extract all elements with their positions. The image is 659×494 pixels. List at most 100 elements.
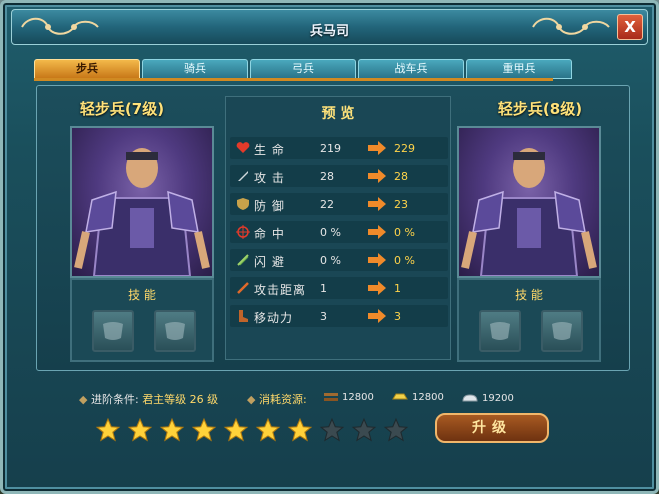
wood-icon (324, 393, 338, 401)
skill-slot-2[interactable] (541, 310, 583, 352)
stat-row-accuracy: 命 中 0 % 0 % (230, 221, 448, 243)
resource-gold: 12800 (391, 391, 444, 403)
arrow-right-icon (368, 169, 386, 183)
arrow-right-icon (368, 309, 386, 323)
preview-panel: 预 览 生 命 219 229 攻 击 28 28 防 御 22 23 命 中 … (225, 96, 451, 360)
tab-chariot[interactable]: 战车兵 (358, 59, 464, 79)
soldier-portrait-icon (461, 148, 597, 276)
arrow-right-icon (368, 141, 386, 155)
stat-new-value: 0 % (394, 226, 415, 239)
silver-ingot-icon (462, 394, 478, 402)
stat-old-value: 1 (320, 282, 327, 295)
star-filled-icon (223, 417, 249, 442)
arrow-right-icon (368, 225, 386, 239)
star-filled-icon (127, 417, 153, 442)
skill-slot-1[interactable] (92, 310, 134, 352)
arrow-right-icon (368, 281, 386, 295)
stat-old-value: 22 (320, 198, 334, 211)
gold-ingot-icon (392, 393, 408, 400)
shield-icon (237, 198, 249, 210)
stat-old-value: 0 % (320, 254, 341, 267)
arrow-right-icon (368, 253, 386, 267)
star-filled-icon (287, 417, 313, 442)
star-rating (95, 417, 409, 443)
cost-label-wrap: ◆ 消耗资源: (247, 391, 307, 407)
resource-silver: 19200 (461, 391, 514, 405)
star-empty-icon (319, 417, 345, 442)
star-empty-icon (383, 417, 409, 442)
current-unit-name: 轻步兵(7级) (79, 100, 165, 118)
next-unit-skills: 技 能 (457, 278, 601, 362)
boot-icon (239, 310, 248, 322)
unit-panel: 轻步兵(7级) 技 能 预 览 生 命 219 229 攻 击 28 28 防 … (36, 85, 630, 371)
stat-row-attack: 攻 击 28 28 (230, 165, 448, 187)
barracks-window: 兵马司 X 步兵 骑兵 弓兵 战车兵 重甲兵 轻步兵(7级) 技 能 预 览 生… (0, 0, 659, 494)
crosshair-icon (236, 225, 250, 239)
stat-name: 闪 避 (254, 255, 285, 269)
tab-archer[interactable]: 弓兵 (250, 59, 356, 79)
star-filled-icon (95, 417, 121, 442)
tab-underline (34, 78, 553, 81)
next-unit-portrait (457, 126, 601, 278)
stat-row-defense: 防 御 22 23 (230, 193, 448, 215)
soldier-portrait-icon (74, 148, 210, 276)
stat-old-value: 3 (320, 310, 327, 323)
star-empty-icon (351, 417, 377, 442)
stat-name: 攻击距离 (254, 283, 307, 297)
resource-wood: 12800 (323, 391, 374, 403)
skills-label: 技 能 (515, 288, 543, 302)
dodge-icon (237, 254, 249, 266)
stat-new-value: 1 (394, 282, 401, 295)
stat-old-value: 0 % (320, 226, 341, 239)
tab-cavalry[interactable]: 骑兵 (142, 59, 248, 79)
stat-name: 防 御 (254, 199, 285, 213)
stat-row-movement: 移动力 3 3 (230, 305, 448, 327)
empty-skill-icon (165, 322, 185, 340)
sword-icon (238, 171, 248, 181)
stat-row-range: 攻击距离 1 1 (230, 277, 448, 299)
stat-new-value: 229 (394, 142, 415, 155)
stat-new-value: 28 (394, 170, 408, 183)
diamond-bullet-icon: ◆ (79, 393, 88, 406)
star-filled-icon (255, 417, 281, 442)
stat-row-dodge: 闪 避 0 % 0 % (230, 249, 448, 271)
arrow-right-icon (368, 197, 386, 211)
stat-new-value: 3 (394, 310, 401, 323)
unit-type-tabs: 步兵 骑兵 弓兵 战车兵 重甲兵 (34, 59, 572, 79)
empty-skill-icon (552, 322, 572, 340)
stat-new-value: 23 (394, 198, 408, 211)
preview-title: 预 览 (321, 106, 355, 122)
tab-heavy-armor[interactable]: 重甲兵 (466, 59, 572, 79)
skills-label: 技 能 (128, 288, 156, 302)
upgrade-condition: ◆ 进阶条件: 君主等级 26 级 (79, 391, 218, 407)
cost-label: 消耗资源: (258, 393, 307, 406)
stat-name: 攻 击 (254, 171, 285, 185)
diamond-bullet-icon: ◆ (247, 393, 256, 406)
current-unit-portrait (70, 126, 214, 278)
stat-new-value: 0 % (394, 254, 415, 267)
star-filled-icon (191, 417, 217, 442)
skill-slot-1[interactable] (479, 310, 521, 352)
stat-row-hp: 生 命 219 229 (230, 137, 448, 159)
right-scroll-ornament-icon (532, 17, 610, 35)
upgrade-button[interactable]: 升级 (435, 413, 549, 443)
condition-value: 君主等级 26 级 (142, 393, 219, 406)
current-unit-skills: 技 能 (70, 278, 214, 362)
star-filled-icon (159, 417, 185, 442)
stat-name: 移动力 (254, 311, 294, 325)
silver-amount: 19200 (482, 392, 514, 404)
skill-slot-2[interactable] (154, 310, 196, 352)
stat-name: 生 命 (254, 143, 285, 157)
gold-amount: 12800 (412, 391, 444, 403)
heart-icon (236, 142, 250, 153)
condition-label: 进阶条件: (90, 393, 139, 406)
range-icon (237, 282, 249, 294)
close-button[interactable]: X (617, 14, 643, 40)
stat-name: 命 中 (254, 227, 285, 241)
tab-infantry[interactable]: 步兵 (34, 59, 140, 79)
title-bar: 兵马司 X (11, 9, 648, 45)
next-unit-name: 轻步兵(8级) (497, 100, 583, 118)
wood-amount: 12800 (342, 391, 374, 403)
stat-old-value: 219 (320, 142, 341, 155)
empty-skill-icon (490, 322, 510, 340)
